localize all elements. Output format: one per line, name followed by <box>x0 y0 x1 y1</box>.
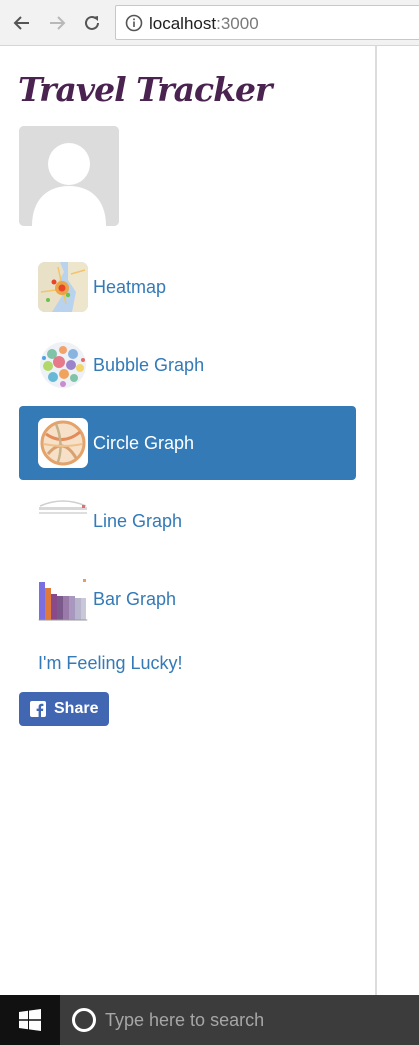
back-button[interactable] <box>9 10 35 36</box>
start-button[interactable] <box>0 995 60 1045</box>
taskbar-search-box[interactable]: Type here to search <box>60 995 419 1045</box>
cortana-icon <box>72 1008 96 1032</box>
forward-button[interactable] <box>44 10 70 36</box>
user-placeholder-icon <box>19 126 119 226</box>
arrow-right-icon <box>50 16 66 30</box>
circle-graph-thumbnail <box>38 418 88 468</box>
nav-label-line-graph: Line Graph <box>93 511 183 531</box>
address-bar[interactable]: localhost:3000 <box>115 5 419 40</box>
bubble-graph-thumbnail <box>38 340 88 390</box>
windows-logo-icon <box>19 1009 41 1031</box>
url-text: localhost:3000 <box>149 14 259 33</box>
avatar <box>19 126 119 226</box>
bar-graph-thumbnail <box>38 574 88 624</box>
reload-icon <box>85 15 99 30</box>
heatmap-thumbnail <box>38 262 88 312</box>
taskbar: Type here to search <box>0 995 419 1045</box>
browser-toolbar: localhost:3000 <box>0 0 419 46</box>
facebook-icon <box>30 701 46 717</box>
nav-item-heatmap[interactable]: Heatmap <box>19 250 356 324</box>
url-host: localhost <box>149 14 217 33</box>
app-title: Travel Tracker <box>18 70 272 109</box>
share-label: Share <box>54 700 99 717</box>
reload-button[interactable] <box>79 10 105 36</box>
nav-item-line-graph[interactable]: Line Graph <box>19 484 356 558</box>
nav-item-bar-graph[interactable]: Bar Graph <box>19 562 356 636</box>
feeling-lucky-link[interactable]: I'm Feeling Lucky! <box>38 653 183 673</box>
info-icon[interactable] <box>125 14 143 32</box>
nav-label-bubble-graph: Bubble Graph <box>93 355 205 375</box>
facebook-share-button[interactable]: Share <box>19 692 109 726</box>
url-port: :3000 <box>216 14 259 33</box>
search-placeholder: Type here to search <box>105 1010 265 1030</box>
nav-item-circle-graph[interactable]: Circle Graph <box>19 406 356 480</box>
arrow-left-icon <box>13 16 29 30</box>
nav-label-bar-graph: Bar Graph <box>93 589 177 609</box>
nav-item-bubble-graph[interactable]: Bubble Graph <box>19 328 356 402</box>
nav-label-heatmap: Heatmap <box>93 277 167 297</box>
sidebar: Travel Tracker Heatmap Bubble Graph Circ… <box>0 46 377 995</box>
nav-label-circle-graph: Circle Graph <box>93 433 195 453</box>
line-graph-thumbnail <box>38 496 88 546</box>
